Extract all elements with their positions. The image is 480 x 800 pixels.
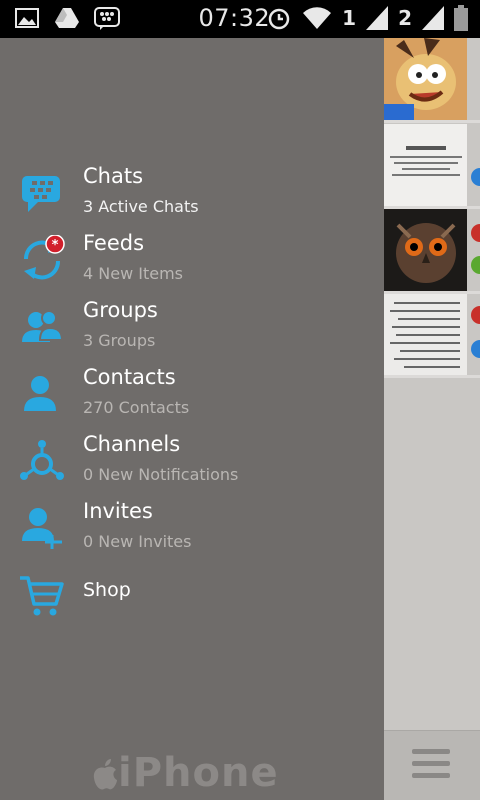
groups-icon [22,310,64,342]
menu-item-subtitle: 3 Active Chats [83,197,199,216]
feed-thumbnail[interactable] [384,124,467,206]
menu-item-channels[interactable]: Channels 0 New Notifications [0,430,384,490]
menu-item-label: Feeds [83,231,145,255]
menu-item-label: Channels [83,432,181,456]
shop-icon [20,576,64,616]
divider [384,375,480,378]
menu-item-chats[interactable]: Chats 3 Active Chats [0,162,384,222]
signal-icon [422,6,444,30]
status-bar: 07:32 1 2 [0,0,480,38]
clock: 07:32 [198,4,271,32]
alarm-icon [268,8,290,30]
menu-item-feeds[interactable]: * Feeds 4 New Items [0,229,384,289]
menu-item-subtitle: 3 Groups [83,331,156,350]
bbm-badge-icon [471,306,480,324]
bbm-badge-icon [471,168,480,186]
menu-item-label: Groups [83,298,158,322]
bbm-badge-icon [471,256,480,274]
text-note-image [384,294,467,376]
menu-item-shop[interactable]: Shop [0,566,384,626]
chats-icon [22,176,60,212]
menu-item-invites[interactable]: Invites 0 New Invites [0,497,384,557]
feeds-icon: * [23,235,65,280]
sim2-label: 2 [398,6,412,30]
menu-item-subtitle: 0 New Invites [83,532,192,551]
wifi-icon [303,7,332,29]
bottom-action-bar [384,730,480,800]
content-peek-panel[interactable] [384,38,480,800]
menu-item-groups[interactable]: Groups 3 Groups [0,296,384,356]
bbm-badge-icon [471,224,480,242]
owl-image [384,209,467,291]
navigation-drawer: Chats 3 Active Chats * Feeds 4 New Items [0,38,384,800]
contacts-icon [24,376,56,411]
note-image [384,124,467,206]
signal-icon [366,6,389,30]
sim1-label: 1 [342,6,357,30]
menu-item-label: Chats [83,164,144,188]
channels-icon [20,440,64,480]
watermark-text: iPhone [118,750,279,796]
svg-text:*: * [52,238,59,253]
bbm-badge-icon [471,340,480,358]
drive-icon [55,8,79,28]
menu-item-label: Invites [83,499,153,523]
battery-icon [454,5,468,31]
menu-item-subtitle: 270 Contacts [83,398,190,417]
cartoon-image [384,38,467,120]
feed-thumbnail[interactable] [384,209,467,291]
divider [384,120,480,123]
menu-item-subtitle: 4 New Items [83,264,184,283]
gallery-icon [15,8,39,28]
menu-item-subtitle: 0 New Notifications [83,465,239,484]
bbm-icon [94,7,120,30]
feed-thumbnail[interactable] [384,294,467,376]
menu-icon[interactable] [412,749,450,781]
invites-icon [22,508,62,549]
watermark: iPhone [92,750,292,800]
menu-item-label: Shop [83,579,131,601]
apple-logo-icon [93,759,117,790]
menu-item-label: Contacts [83,365,176,389]
menu-item-contacts[interactable]: Contacts 270 Contacts [0,363,384,423]
feed-thumbnail[interactable] [384,38,467,120]
